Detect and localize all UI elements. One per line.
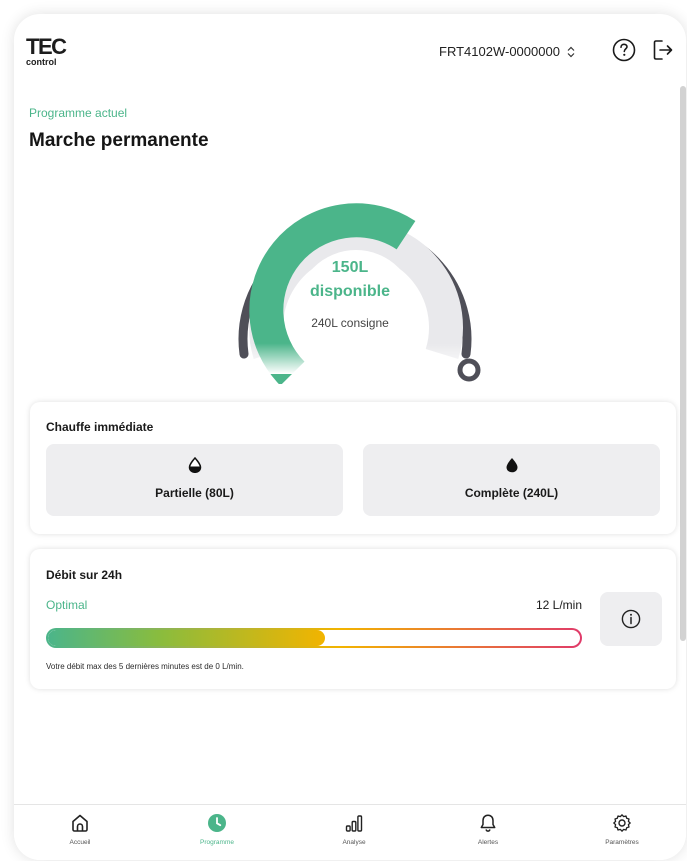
scrollbar[interactable] [680,86,686,641]
device-id: FRT4102W-0000000 [439,44,560,59]
help-circle-icon[interactable] [612,38,636,62]
nav-alertes[interactable]: Alertes [448,805,528,860]
bell-icon [480,814,496,832]
app-screen: TEC control FRT4102W-0000000 Programme a… [14,14,686,860]
logo-text: TEC [26,34,67,59]
debit-bar [46,628,582,648]
info-icon [621,609,641,629]
debit-title: Débit sur 24h [46,568,123,582]
nav-label: Analyse [342,839,366,846]
program-title: Marche permanente [29,130,209,151]
full-heat-label: Complète (240L) [464,486,559,500]
device-selector[interactable]: FRT4102W-0000000 [439,44,576,59]
full-heat-button[interactable]: Complète (240L) [363,444,660,516]
debit-rate: 12 L/min [535,598,582,612]
chauffe-card: Chauffe immédiate Partielle (80L) Complè… [30,402,676,534]
logo-subtext: control [26,57,57,67]
clock-icon [208,814,226,832]
nav-programme[interactable]: Programme [177,805,257,860]
water-gauge: 150L disponible 240L consigne [210,164,490,386]
gauge-available-label: disponible [310,283,390,300]
nav-label: Programme [200,839,234,846]
sort-arrows-icon [567,46,575,57]
nav-label: Accueil [69,839,91,846]
chauffe-title: Chauffe immédiate [46,420,154,434]
drop-icon [506,458,517,473]
gear-icon [613,814,631,832]
tec-control-logo: TEC control [26,34,67,67]
partial-heat-label: Partielle (80L) [155,486,234,500]
debit-status: Optimal [46,598,88,612]
gauge-available-value: 150L [331,259,369,276]
logout-icon[interactable] [652,38,674,62]
bar-chart-icon [345,815,363,832]
home-icon [72,814,88,832]
debit-bar-fill [48,630,325,646]
info-button[interactable] [600,592,662,646]
nav-analyse[interactable]: Analyse [314,805,394,860]
bottom-nav: Accueil Programme Analyse Alertes Paramè… [14,804,686,860]
debit-note: Votre débit max des 5 dernières minutes … [46,662,244,671]
gauge-target: 240L consigne [311,316,389,330]
gauge-end-knob [457,358,481,382]
nav-accueil[interactable]: Accueil [40,805,120,860]
nav-label: Paramètres [605,839,639,846]
half-drop-icon [188,457,201,473]
debit-card: Débit sur 24h Optimal 12 L/min Votre déb… [30,549,676,689]
nav-label: Alertes [477,839,499,846]
program-label: Programme actuel [29,106,128,120]
nav-parametres[interactable]: Paramètres [582,805,662,860]
partial-heat-button[interactable]: Partielle (80L) [46,444,343,516]
